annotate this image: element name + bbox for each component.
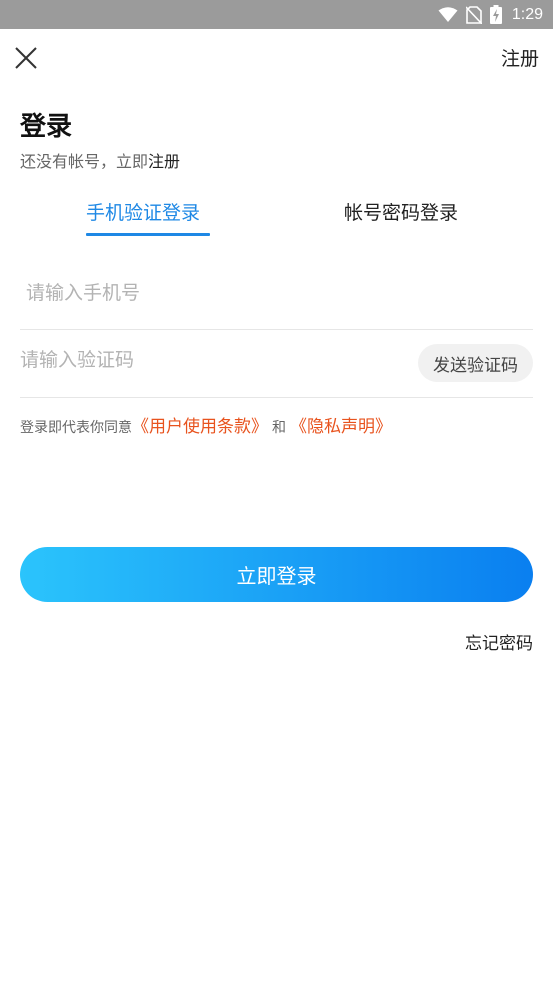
tab-phone-login[interactable]: 手机验证登录 xyxy=(86,198,200,225)
page-title: 登录 xyxy=(20,112,73,142)
phone-input[interactable] xyxy=(26,279,506,307)
battery-charging-icon xyxy=(489,5,502,24)
verification-code-input[interactable] xyxy=(20,346,400,374)
agreement-and: 和 xyxy=(272,420,286,436)
status-time: 1:29 xyxy=(511,5,543,23)
close-icon xyxy=(15,47,37,69)
agreement-prefix: 登录即代表你同意 xyxy=(20,420,132,436)
register-button[interactable]: 注册 xyxy=(501,44,539,71)
status-bar: 1:29 xyxy=(0,0,553,29)
close-button[interactable] xyxy=(12,44,40,72)
terms-of-use-link[interactable]: 《用户使用条款》 xyxy=(132,417,268,437)
subtitle-register-link[interactable]: 注册 xyxy=(148,152,180,171)
tab-active-indicator xyxy=(86,233,210,236)
wifi-icon xyxy=(438,6,458,22)
code-field-row: 发送验证码 xyxy=(20,330,533,398)
forgot-password-link[interactable]: 忘记密码 xyxy=(465,629,533,654)
status-icons: 1:29 xyxy=(438,0,543,29)
subtitle: 还没有帐号，立即注册 xyxy=(20,148,180,172)
send-code-button[interactable]: 发送验证码 xyxy=(418,344,533,382)
agreement-text: 登录即代表你同意《用户使用条款》和《隐私声明》 xyxy=(20,412,392,437)
tab-password-login[interactable]: 帐号密码登录 xyxy=(344,198,458,225)
login-button[interactable]: 立即登录 xyxy=(20,547,533,602)
subtitle-text: 还没有帐号，立即 xyxy=(20,152,149,171)
no-sim-icon xyxy=(465,5,482,24)
phone-field-row xyxy=(20,259,533,330)
privacy-statement-link[interactable]: 《隐私声明》 xyxy=(290,417,392,437)
